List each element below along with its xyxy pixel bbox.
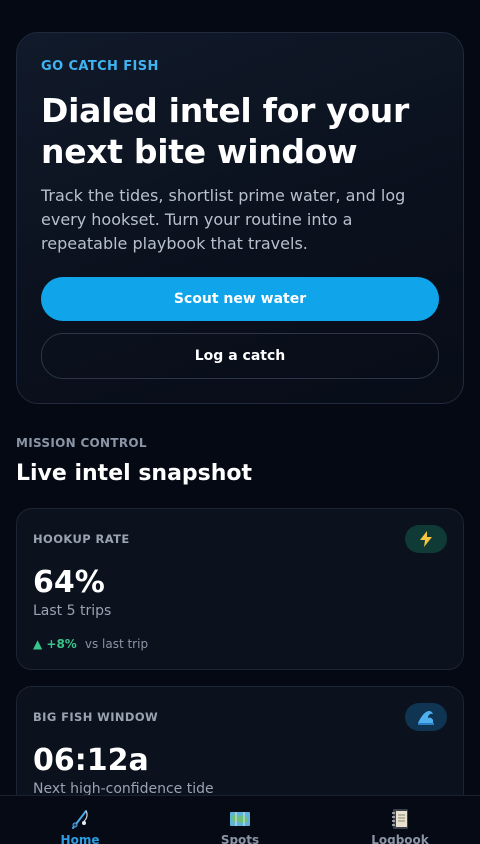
hero-card: GO CATCH FISH Dialed intel for your next… [16,32,464,404]
bottom-tab-bar: Home Spots Logbook [0,795,480,844]
section-eyebrow: MISSION CONTROL [16,436,147,450]
stat-label: HOOKUP RATE [33,532,130,546]
map-icon [229,808,251,830]
hookup-rate-card[interactable]: HOOKUP RATE 64% Last 5 trips ▲ +8% vs la… [16,508,464,670]
lightning-icon-glyph [420,531,432,547]
delta-value: ▲ +8% [33,637,77,651]
delta-comparison: vs last trip [84,637,149,651]
stat-label: BIG FISH WINDOW [33,710,159,724]
stat-value: 06:12a [33,743,149,778]
hero-title: Dialed intel for your next bite window [41,91,409,171]
tab-label: Home [60,833,100,844]
fishing-rod-icon [69,808,91,830]
tab-label: Spots [220,833,260,844]
map-icon-glyph [230,812,250,826]
app-screen: GO CATCH FISH Dialed intel for your next… [0,0,480,844]
scout-new-water-button[interactable]: Scout new water [41,277,439,321]
hero-description: Track the tides, shortlist prime water, … [41,186,406,253]
tab-home[interactable]: Home [0,796,160,844]
lightning-icon [405,525,447,553]
tab-logbook[interactable]: Logbook [320,796,480,844]
log-a-catch-button[interactable]: Log a catch [41,333,439,379]
tab-label: Logbook [371,833,429,844]
section-title: Live intel snapshot [16,461,253,486]
stat-subtitle: Last 5 trips [33,603,112,619]
wave-icon [405,703,447,731]
delta-row: ▲ +8% vs last trip [33,637,148,651]
fishing-rod-icon-glyph [72,810,88,829]
notebook-icon-glyph [392,809,408,829]
hero-eyebrow: GO CATCH FISH [41,59,159,74]
stat-value: 64% [33,565,105,600]
notebook-icon [389,808,411,830]
wave-icon-glyph [418,710,434,725]
tab-spots[interactable]: Spots [160,796,320,844]
